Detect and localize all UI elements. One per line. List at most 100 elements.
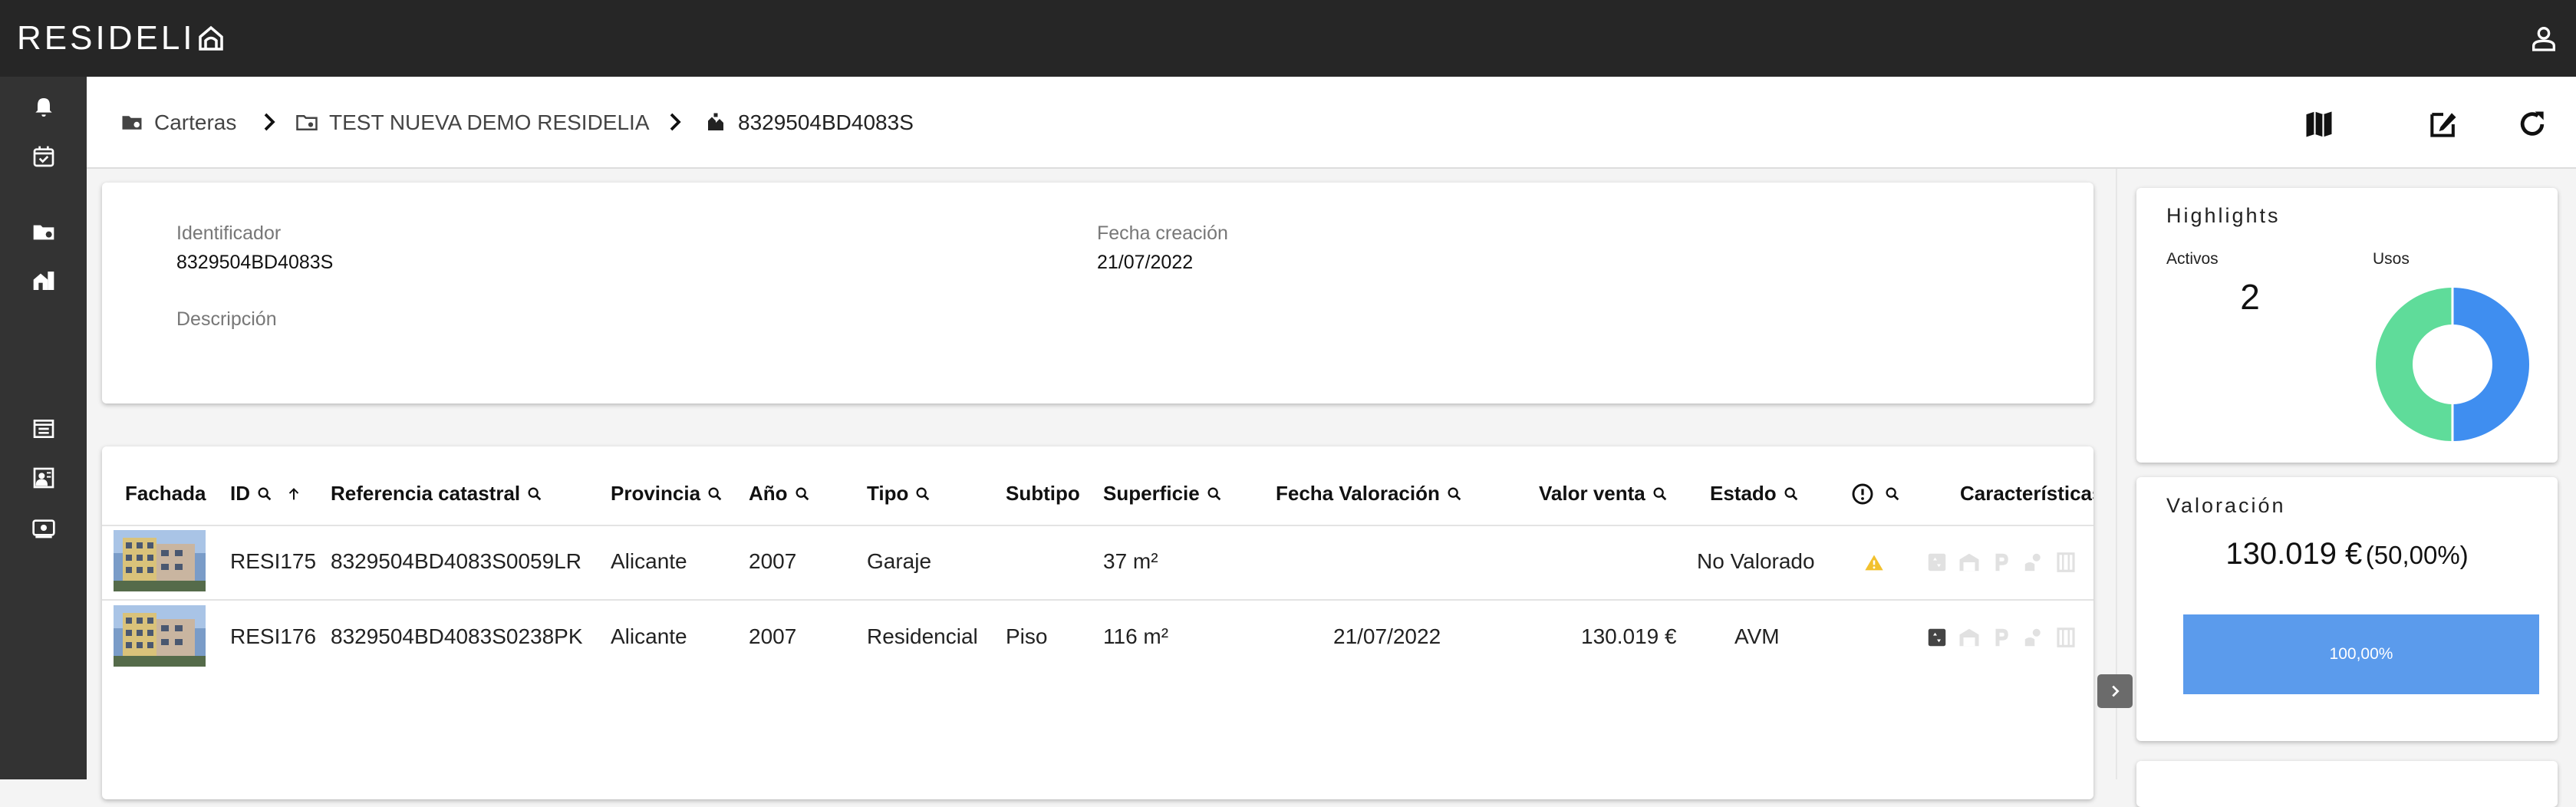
search-icon[interactable] [1652, 486, 1668, 502]
alert-circle-icon [1852, 483, 1873, 505]
elevator-icon [1928, 553, 1946, 571]
col-header-superficie[interactable]: Superficie [1103, 482, 1223, 506]
refresh-icon[interactable] [2515, 107, 2549, 141]
breadcrumb-item-current: 8329504BD4083S [704, 77, 914, 169]
row-ref-catastral: 8329504BD4083S0238PK [331, 624, 583, 648]
col-header-tipo[interactable]: Tipo [867, 482, 931, 506]
row-superficie: 37 m² [1103, 549, 1158, 573]
col-header-estado[interactable]: Estado [1710, 482, 1800, 506]
row-anio: 2007 [749, 624, 797, 648]
next-card [2136, 761, 2558, 807]
usos-segment-secondary[interactable] [2375, 288, 2452, 441]
bell-icon[interactable] [31, 95, 56, 120]
header-divider [102, 525, 2093, 526]
description-label: Descripción [176, 308, 277, 330]
col-header-referencia[interactable]: Referencia catastral [331, 482, 543, 506]
identifier-label: Identificador [176, 222, 282, 244]
storage-icon [1959, 553, 1979, 571]
breadcrumb-label: TEST NUEVA DEMO RESIDELIA [329, 110, 650, 134]
parking-icon [1995, 553, 2008, 571]
pool-icon [2024, 628, 2041, 647]
row-estado: AVM [1734, 624, 1780, 648]
user-report-icon[interactable] [31, 466, 56, 490]
edit-icon[interactable] [2426, 107, 2460, 141]
row-ref-catastral: 8329504BD4083S0059LR [331, 549, 581, 573]
activos-label: Activos [2166, 250, 2219, 268]
valoracion-summary: 130.019 € (50,00%) [2136, 537, 2558, 571]
elevator-icon [1928, 628, 1946, 647]
search-icon[interactable] [1783, 486, 1800, 502]
row-anio: 2007 [749, 549, 797, 573]
creation-date-label: Fecha creación [1097, 222, 1228, 244]
row-id[interactable]: RESI175 [230, 549, 316, 574]
logo-house-icon [198, 25, 223, 51]
col-header-id[interactable]: ID [230, 482, 302, 506]
usos-donut-chart[interactable] [2373, 285, 2532, 443]
calendar-check-icon[interactable] [31, 144, 56, 169]
building-facade-thumbnail[interactable] [114, 530, 206, 591]
row-fecha-valoracion: 21/07/2022 [1333, 624, 1441, 648]
buildings-icon[interactable] [31, 268, 56, 293]
portfolio-folder-icon[interactable] [31, 220, 56, 245]
search-icon[interactable] [1446, 486, 1463, 502]
breadcrumb-item-carteras[interactable]: Carteras [120, 77, 236, 169]
col-header-fecha-valoracion[interactable]: Fecha Valoración [1276, 482, 1463, 506]
row-id[interactable]: RESI176 [230, 624, 316, 649]
col-header-caracteristicas: Características [1960, 482, 2093, 505]
row-provincia: Alicante [611, 624, 687, 648]
folder-location-icon [122, 116, 142, 130]
chevron-right-icon [670, 113, 681, 131]
search-icon[interactable] [914, 486, 931, 502]
search-icon[interactable] [794, 486, 811, 502]
breadcrumb-item-cartera[interactable]: TEST NUEVA DEMO RESIDELIA [295, 77, 650, 169]
expand-panel-button[interactable] [2097, 674, 2133, 708]
building-facade-thumbnail[interactable] [114, 605, 206, 667]
col-header-valor-venta[interactable]: Valor venta [1539, 482, 1668, 506]
row-valor-venta: 130.019 € [1581, 624, 1677, 648]
row-tipo: Garaje [867, 549, 932, 573]
breadcrumb-label: 8329504BD4083S [738, 110, 914, 134]
sort-ascending-icon[interactable] [285, 486, 302, 502]
search-icon[interactable] [526, 486, 543, 502]
usos-label: Usos [2373, 250, 2410, 268]
valuation-icon[interactable] [31, 515, 56, 540]
app-logo[interactable]: RESIDELI [17, 19, 225, 58]
row-superficie: 116 m² [1103, 624, 1169, 648]
row-tipo: Residencial [867, 624, 978, 648]
search-icon[interactable] [1206, 486, 1223, 502]
breadcrumb-label: Carteras [154, 110, 237, 134]
map-icon[interactable] [2302, 107, 2336, 141]
usos-segment-primary[interactable] [2452, 288, 2530, 441]
top-bar: RESIDELI [0, 0, 2576, 77]
list-report-icon[interactable] [31, 417, 56, 441]
sidebar [0, 77, 87, 779]
col-header-anio[interactable]: Año [749, 482, 811, 506]
chevron-right-icon [2112, 685, 2120, 697]
col-header-provincia[interactable]: Provincia [611, 482, 723, 506]
col-header-alertas[interactable] [1844, 482, 1901, 506]
search-icon[interactable] [256, 486, 273, 502]
creation-date-value: 21/07/2022 [1097, 252, 1194, 273]
building-cluster-icon [708, 113, 723, 130]
details-card [102, 183, 2093, 404]
valoracion-bar-label: 100,00% [2329, 645, 2393, 663]
row-estado: No Valorado [1697, 549, 1815, 573]
valoracion-amount: 130.019 € [2225, 537, 2363, 571]
highlights-title: Highlights [2166, 204, 2281, 227]
valoracion-title: Valoración [2166, 494, 2286, 517]
valoracion-percent: (50,00%) [2365, 541, 2469, 569]
search-icon[interactable] [1884, 486, 1901, 502]
page-header: Carteras TEST NUEVA DEMO RESIDELIA 83295… [87, 77, 2576, 169]
valoracion-bar[interactable]: 100,00% [2183, 614, 2539, 694]
row-subtipo: Piso [1006, 624, 1048, 648]
row-divider [102, 599, 2093, 601]
user-account-icon[interactable] [2528, 23, 2559, 54]
warning-icon[interactable] [1863, 552, 1885, 574]
folder-outline-location-icon [296, 115, 318, 130]
chevron-right-icon [264, 113, 275, 131]
col-header-fachada: Fachada [125, 482, 206, 505]
activos-value: 2 [2240, 277, 2260, 317]
storage-icon [1959, 628, 1979, 647]
pool-icon [2024, 553, 2041, 571]
search-icon[interactable] [707, 486, 723, 502]
